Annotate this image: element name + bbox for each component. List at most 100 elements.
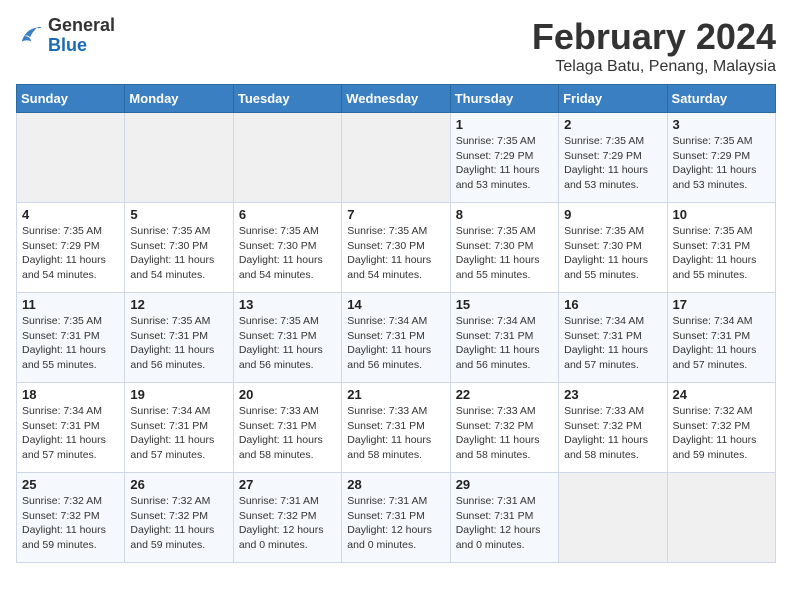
day-info: Sunrise: 7:34 AM Sunset: 7:31 PM Dayligh… xyxy=(130,404,227,463)
calendar-cell: 23 Sunrise: 7:33 AM Sunset: 7:32 PM Dayli… xyxy=(559,383,667,473)
day-info: Sunrise: 7:35 AM Sunset: 7:30 PM Dayligh… xyxy=(456,224,553,283)
day-number: 6 xyxy=(239,207,336,222)
calendar-week-row: 25 Sunrise: 7:32 AM Sunset: 7:32 PM Dayli… xyxy=(17,473,776,563)
calendar-header: SundayMondayTuesdayWednesdayThursdayFrid… xyxy=(17,85,776,113)
logo: General Blue xyxy=(16,16,115,56)
calendar-cell: 21 Sunrise: 7:33 AM Sunset: 7:31 PM Dayli… xyxy=(342,383,450,473)
calendar-cell xyxy=(233,113,341,203)
calendar-cell xyxy=(559,473,667,563)
page-header: General Blue February 2024 Telaga Batu, … xyxy=(16,16,776,76)
calendar-week-row: 4Sunrise: 7:35 AM Sunset: 7:29 PM Daylig… xyxy=(17,203,776,293)
calendar-cell: 10 Sunrise: 7:35 AM Sunset: 7:31 PM Dayli… xyxy=(667,203,775,293)
day-info: Sunrise: 7:34 AM Sunset: 7:31 PM Dayligh… xyxy=(347,314,444,373)
day-number: 12 xyxy=(130,297,227,312)
calendar-cell: 15 Sunrise: 7:34 AM Sunset: 7:31 PM Dayli… xyxy=(450,293,558,383)
day-number: 24 xyxy=(673,387,770,402)
calendar-cell: 12 Sunrise: 7:35 AM Sunset: 7:31 PM Dayli… xyxy=(125,293,233,383)
day-number: 16 xyxy=(564,297,661,312)
weekday-header-cell: Wednesday xyxy=(342,85,450,113)
weekday-header-cell: Friday xyxy=(559,85,667,113)
day-number: 11 xyxy=(22,297,119,312)
calendar-cell: 6 Sunrise: 7:35 AM Sunset: 7:30 PM Daylig… xyxy=(233,203,341,293)
day-number: 27 xyxy=(239,477,336,492)
month-title: February 2024 xyxy=(532,16,776,58)
day-number: 25 xyxy=(22,477,119,492)
day-number: 3 xyxy=(673,117,770,132)
calendar-cell: 9 Sunrise: 7:35 AM Sunset: 7:30 PM Daylig… xyxy=(559,203,667,293)
calendar-cell: 3 Sunrise: 7:35 AM Sunset: 7:29 PM Daylig… xyxy=(667,113,775,203)
weekday-header-cell: Saturday xyxy=(667,85,775,113)
day-info: Sunrise: 7:33 AM Sunset: 7:31 PM Dayligh… xyxy=(239,404,336,463)
day-number: 5 xyxy=(130,207,227,222)
calendar-cell xyxy=(342,113,450,203)
calendar-cell: 19 Sunrise: 7:34 AM Sunset: 7:31 PM Dayli… xyxy=(125,383,233,473)
day-info: Sunrise: 7:35 AM Sunset: 7:29 PM Dayligh… xyxy=(673,134,770,193)
day-info: Sunrise: 7:35 AM Sunset: 7:31 PM Dayligh… xyxy=(22,314,119,373)
calendar-cell: 20Sunrise: 7:33 AM Sunset: 7:31 PM Dayli… xyxy=(233,383,341,473)
calendar-cell: 24 Sunrise: 7:32 AM Sunset: 7:32 PM Dayli… xyxy=(667,383,775,473)
day-number: 9 xyxy=(564,207,661,222)
calendar-cell: 8 Sunrise: 7:35 AM Sunset: 7:30 PM Daylig… xyxy=(450,203,558,293)
day-info: Sunrise: 7:34 AM Sunset: 7:31 PM Dayligh… xyxy=(456,314,553,373)
day-info: Sunrise: 7:35 AM Sunset: 7:30 PM Dayligh… xyxy=(239,224,336,283)
calendar-cell: 16 Sunrise: 7:34 AM Sunset: 7:31 PM Dayli… xyxy=(559,293,667,383)
location-title: Telaga Batu, Penang, Malaysia xyxy=(532,58,776,76)
day-info: Sunrise: 7:35 AM Sunset: 7:30 PM Dayligh… xyxy=(347,224,444,283)
day-number: 18 xyxy=(22,387,119,402)
day-number: 7 xyxy=(347,207,444,222)
day-number: 26 xyxy=(130,477,227,492)
day-number: 17 xyxy=(673,297,770,312)
day-info: Sunrise: 7:33 AM Sunset: 7:32 PM Dayligh… xyxy=(564,404,661,463)
day-number: 4 xyxy=(22,207,119,222)
day-number: 21 xyxy=(347,387,444,402)
day-info: Sunrise: 7:35 AM Sunset: 7:31 PM Dayligh… xyxy=(239,314,336,373)
weekday-header-row: SundayMondayTuesdayWednesdayThursdayFrid… xyxy=(17,85,776,113)
calendar-cell: 26 Sunrise: 7:32 AM Sunset: 7:32 PM Dayli… xyxy=(125,473,233,563)
day-number: 15 xyxy=(456,297,553,312)
day-number: 23 xyxy=(564,387,661,402)
calendar-cell: 1Sunrise: 7:35 AM Sunset: 7:29 PM Daylig… xyxy=(450,113,558,203)
calendar-cell: 13 Sunrise: 7:35 AM Sunset: 7:31 PM Dayli… xyxy=(233,293,341,383)
day-info: Sunrise: 7:33 AM Sunset: 7:32 PM Dayligh… xyxy=(456,404,553,463)
day-info: Sunrise: 7:31 AM Sunset: 7:31 PM Dayligh… xyxy=(456,494,553,553)
calendar-week-row: 18 Sunrise: 7:34 AM Sunset: 7:31 PM Dayli… xyxy=(17,383,776,473)
calendar-cell: 5 Sunrise: 7:35 AM Sunset: 7:30 PM Daylig… xyxy=(125,203,233,293)
day-info: Sunrise: 7:33 AM Sunset: 7:31 PM Dayligh… xyxy=(347,404,444,463)
calendar-body: 1 Sunrise: 7:35 AM Sunset: 7:29 PM Daylig… xyxy=(17,113,776,563)
calendar-week-row: 11 Sunrise: 7:35 AM Sunset: 7:31 PM Dayli… xyxy=(17,293,776,383)
day-number: 8 xyxy=(456,207,553,222)
day-info: Sunrise: 7:35 AM Sunset: 7:31 PM Dayligh… xyxy=(130,314,227,373)
day-number: 28 xyxy=(347,477,444,492)
day-number: 14 xyxy=(347,297,444,312)
title-block: February 2024 Telaga Batu, Penang, Malay… xyxy=(532,16,776,76)
day-info: Sunrise: 7:35 AM Sunset: 7:30 PM Dayligh… xyxy=(564,224,661,283)
day-info: Sunrise: 7:32 AM Sunset: 7:32 PM Dayligh… xyxy=(130,494,227,553)
day-info: Sunrise: 7:31 AM Sunset: 7:32 PM Dayligh… xyxy=(239,494,336,553)
day-info: Sunrise: 7:34 AM Sunset: 7:31 PM Dayligh… xyxy=(22,404,119,463)
calendar-week-row: 1 Sunrise: 7:35 AM Sunset: 7:29 PM Daylig… xyxy=(17,113,776,203)
day-number: 1 xyxy=(456,117,553,132)
day-number: 13 xyxy=(239,297,336,312)
day-info: Sunrise: 7:35 AM Sunset: 7:30 PM Dayligh… xyxy=(130,224,227,283)
day-info: Sunrise: 7:32 AM Sunset: 7:32 PM Dayligh… xyxy=(673,404,770,463)
day-info: Sunrise: 7:34 AM Sunset: 7:31 PM Dayligh… xyxy=(673,314,770,373)
calendar-cell: 18 Sunrise: 7:34 AM Sunset: 7:31 PM Dayli… xyxy=(17,383,125,473)
logo-icon xyxy=(16,22,44,50)
logo-text: General Blue xyxy=(48,16,115,56)
calendar-cell: 27 Sunrise: 7:31 AM Sunset: 7:32 PM Dayli… xyxy=(233,473,341,563)
day-info: Sunrise: 7:32 AM Sunset: 7:32 PM Dayligh… xyxy=(22,494,119,553)
calendar-cell xyxy=(667,473,775,563)
day-info: Sunrise: 7:35 AM Sunset: 7:31 PM Dayligh… xyxy=(673,224,770,283)
weekday-header-cell: Thursday xyxy=(450,85,558,113)
calendar-cell: 7 Sunrise: 7:35 AM Sunset: 7:30 PM Daylig… xyxy=(342,203,450,293)
day-number: 2 xyxy=(564,117,661,132)
calendar-cell: 11 Sunrise: 7:35 AM Sunset: 7:31 PM Dayli… xyxy=(17,293,125,383)
day-number: 19 xyxy=(130,387,227,402)
day-info: Sunrise: 7:34 AM Sunset: 7:31 PM Dayligh… xyxy=(564,314,661,373)
calendar-cell: 22Sunrise: 7:33 AM Sunset: 7:32 PM Dayli… xyxy=(450,383,558,473)
calendar-cell: 25 Sunrise: 7:32 AM Sunset: 7:32 PM Dayli… xyxy=(17,473,125,563)
weekday-header-cell: Monday xyxy=(125,85,233,113)
calendar-cell: 29Sunrise: 7:31 AM Sunset: 7:31 PM Dayli… xyxy=(450,473,558,563)
weekday-header-cell: Sunday xyxy=(17,85,125,113)
day-number: 10 xyxy=(673,207,770,222)
